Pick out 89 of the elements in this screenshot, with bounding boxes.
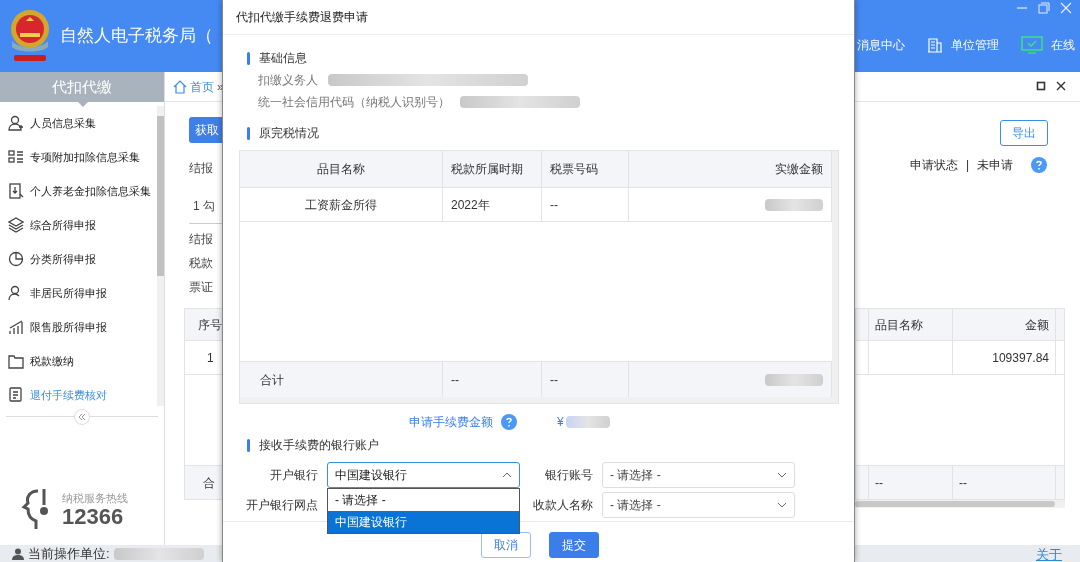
column-header: 实缴金额 (629, 151, 832, 187)
table-cell: 109397.84 (953, 341, 1056, 374)
table-cell: 工资薪金所得 (240, 188, 443, 221)
menu-item-icon (8, 353, 24, 369)
form-label: 结报 (189, 160, 214, 177)
scrollbar[interactable] (157, 106, 164, 406)
column-header: 税款所属时期 (443, 151, 542, 187)
dropdown-option[interactable]: - 请选择 - (328, 489, 519, 511)
select-field[interactable]: - 请选择 - (602, 462, 795, 488)
section-heading: 基础信息 (259, 50, 307, 67)
menu-item-icon (8, 387, 24, 403)
menu-item-icon (8, 115, 24, 131)
table-cell: -- (953, 466, 1056, 499)
menu-item-icon (8, 251, 24, 267)
field-label: 开户银行网点 (245, 497, 319, 514)
select-field[interactable]: 中国建设银行 (327, 462, 520, 488)
restore-icon (1038, 2, 1050, 14)
table-cell: 合计 (240, 362, 443, 397)
form-label: 税款 (189, 255, 214, 272)
user-icon (12, 547, 24, 560)
table-cell: -- (542, 362, 629, 397)
sidebar-item[interactable]: 限售股所得申报 (0, 310, 158, 344)
submit-button[interactable]: 提交 (549, 532, 599, 558)
menu-item-icon (8, 217, 24, 233)
building-icon (927, 37, 943, 53)
sidebar-item[interactable]: 专项附加扣除信息采集 (0, 140, 158, 174)
form-label: 结报 (189, 231, 214, 248)
export-button[interactable]: 导出 (1000, 120, 1048, 146)
help-icon (1031, 157, 1048, 173)
app-title: 自然人电子税务局（ (60, 25, 213, 48)
section-marker (247, 126, 250, 140)
monitor-icon (1021, 36, 1043, 54)
column-header: 序号 (185, 309, 223, 341)
field-label: 收款人名称 (532, 497, 594, 514)
status-label: 当前操作单位: (28, 544, 110, 562)
field-label: 统一社会信用代码（纳税人识别号） (258, 94, 450, 111)
sidebar-item[interactable]: 退付手续费核对 (0, 378, 158, 412)
sidebar-item[interactable]: 个人养老金扣除信息采集 (0, 174, 158, 208)
help-icon (501, 414, 517, 430)
fetch-button[interactable]: 获取 (189, 117, 222, 143)
column-header: 金额 (953, 309, 1056, 340)
hotline-number: 12366 (62, 506, 125, 529)
column-header: 品目名称 (240, 151, 443, 187)
close-icon (1056, 81, 1066, 91)
chevron-up-icon (502, 472, 512, 478)
sidebar-item[interactable]: 分类所得申报 (0, 242, 158, 276)
table-cell: 合 (185, 465, 223, 499)
chevron-down-icon (777, 472, 787, 478)
table-cell: -- (869, 466, 953, 499)
hotline-label: 纳税服务热线 (62, 490, 128, 506)
sidebar-item[interactable]: 非居民所得申报 (0, 276, 158, 310)
field-label: 开户银行 (269, 467, 319, 484)
fee-amount-label: 申请手续费金额 (409, 414, 493, 431)
table-cell: 2022年 (443, 188, 542, 221)
section-marker (247, 51, 250, 65)
currency-symbol: ¥ (557, 414, 564, 431)
maximize-icon (1036, 81, 1046, 91)
sidebar-item[interactable]: 综合所得申报 (0, 208, 158, 242)
status-label: 申请状态 (910, 157, 958, 174)
breadcrumb-link[interactable]: 首页 (190, 77, 214, 96)
menu-item-icon (8, 319, 24, 335)
section-heading: 接收手续费的银行账户 (259, 437, 379, 454)
redacted-text (765, 373, 823, 386)
scrollbar[interactable] (855, 500, 1065, 508)
status-value: 未申请 (977, 157, 1014, 174)
menu-item-icon (8, 183, 24, 199)
table-cell: -- (443, 362, 542, 397)
sidebar-item[interactable]: 税款缴纳 (0, 344, 158, 378)
home-icon (173, 79, 187, 94)
table-cell: -- (542, 188, 629, 221)
redacted-text (565, 416, 610, 428)
dropdown-option[interactable]: 中国建设银行 (328, 511, 519, 533)
sidebar-title: 代扣代缴 (0, 72, 164, 102)
section-marker (247, 438, 250, 452)
close-icon (1060, 2, 1072, 14)
select-field[interactable]: - 请选择 - (602, 492, 795, 518)
field-label: 扣缴义务人 (258, 72, 318, 89)
separator: | (966, 157, 970, 174)
menu-item-icon (8, 149, 24, 165)
column-header: 税票号码 (542, 151, 629, 187)
field-label: 银行账号 (544, 467, 594, 484)
column-header: 品目名称 (869, 309, 953, 340)
form-label: 票证 (189, 279, 214, 296)
sidebar-item[interactable]: 人员信息采集 (0, 106, 158, 140)
chevron-down-icon (777, 502, 787, 508)
section-heading: 原完税情况 (259, 125, 319, 142)
cancel-button[interactable]: 取消 (481, 532, 531, 558)
redacted-text (765, 198, 823, 211)
dialog-title: 代扣代缴手续费退费申请 (223, 0, 854, 35)
